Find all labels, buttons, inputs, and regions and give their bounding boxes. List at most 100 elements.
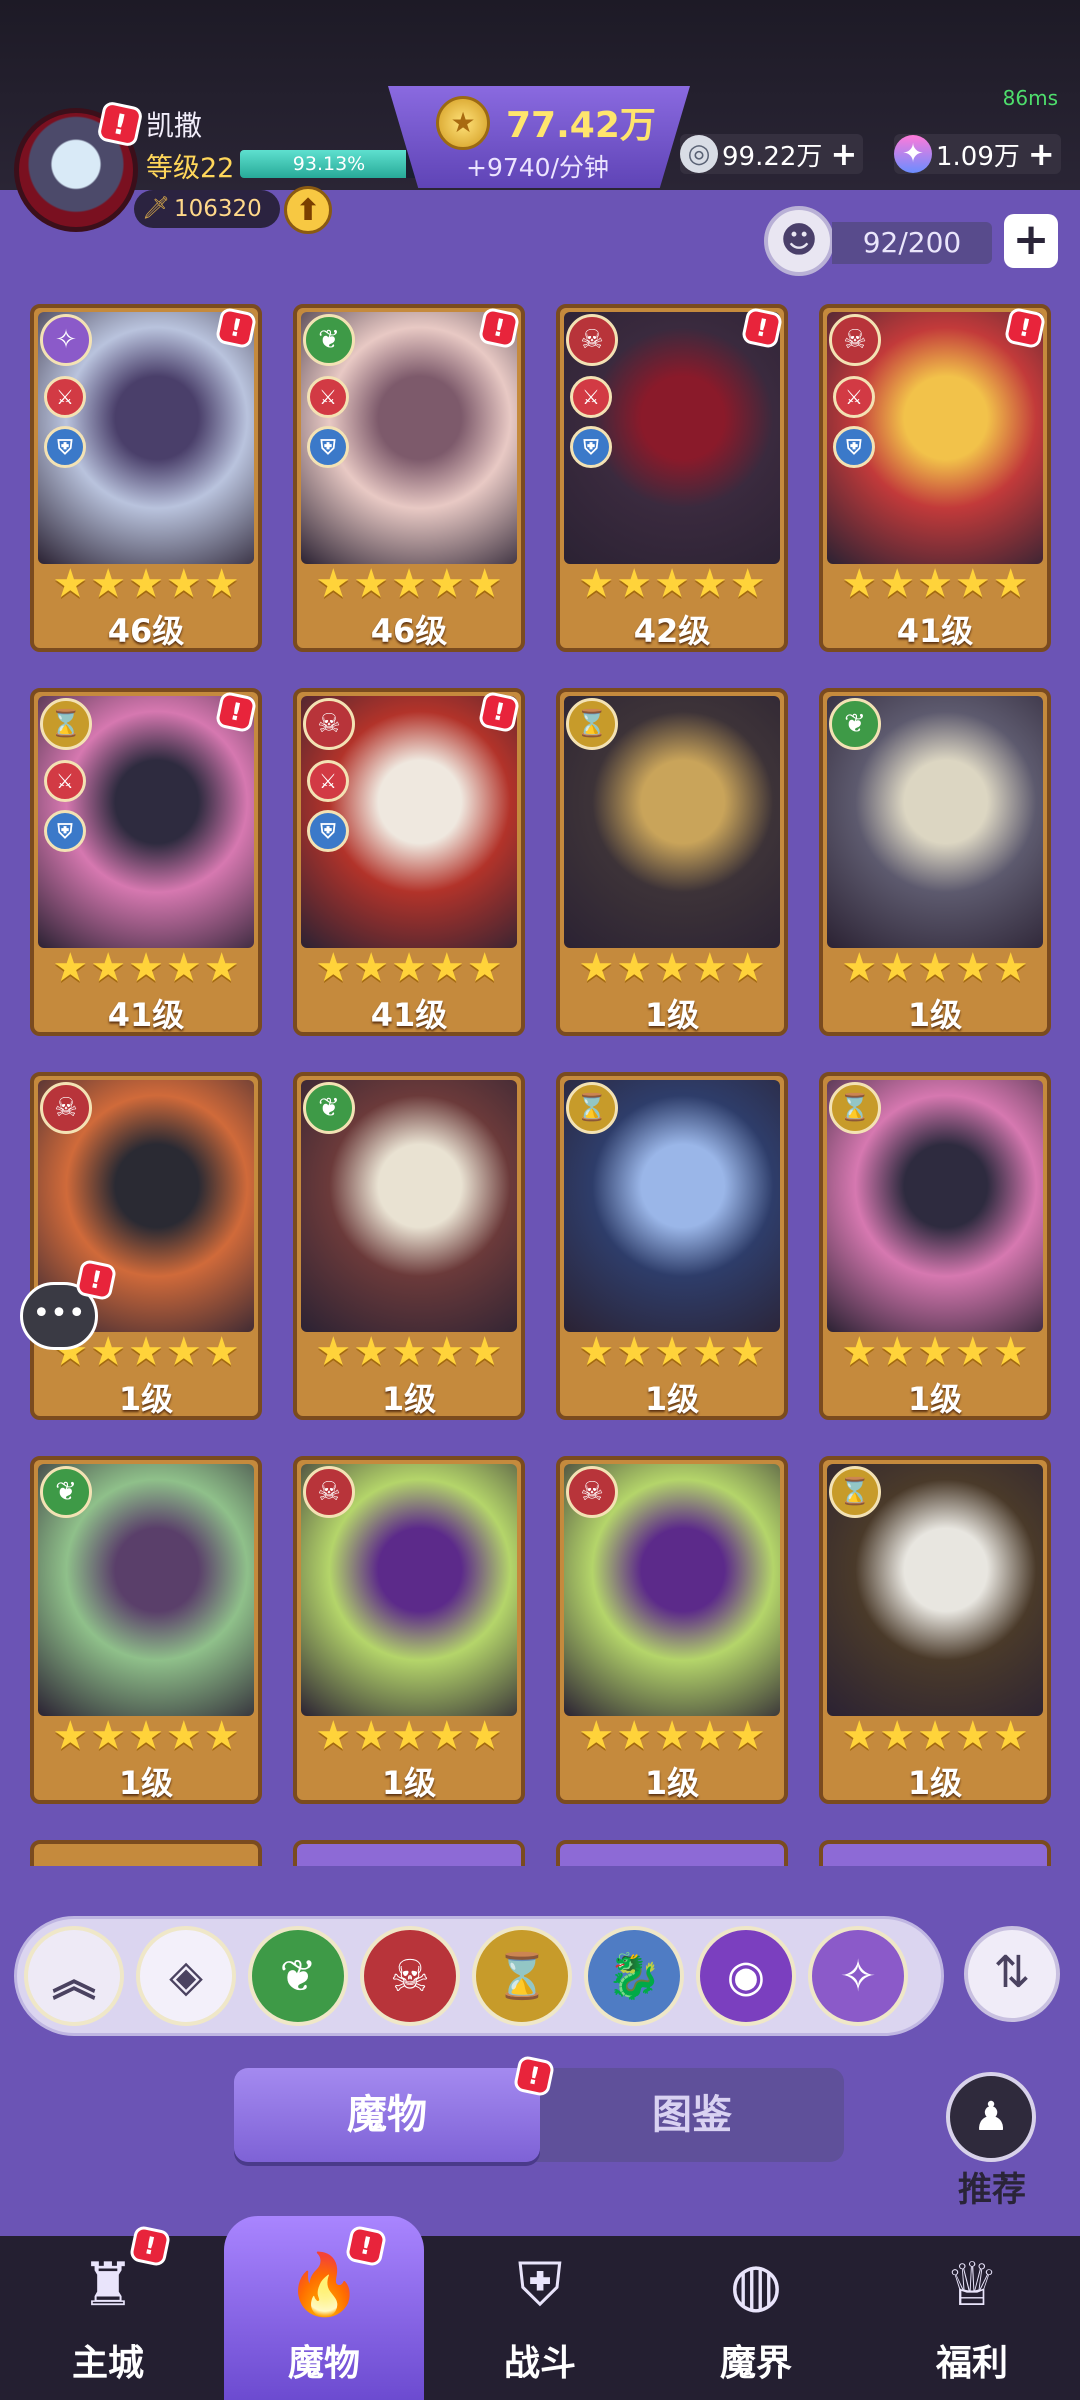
- monster-level: 1级: [118, 1764, 174, 1802]
- filter-nature-button[interactable]: ❦: [248, 1926, 348, 2026]
- monster-card[interactable]: ❦ ★ ★ ★ ★ ★ 1级: [30, 1456, 262, 1804]
- sword-icon: 🗡: [142, 196, 170, 221]
- star-icon: ★: [879, 1713, 916, 1759]
- nav-item-0[interactable]: ♜ 主城!: [8, 2216, 208, 2400]
- diamond-grid-icon: ◈: [169, 1950, 203, 2002]
- filter-all-button[interactable]: ◈: [136, 1926, 236, 2026]
- star-icon: ★: [578, 945, 615, 991]
- star-icon: ★: [879, 945, 916, 991]
- star-icon: ★: [353, 561, 390, 607]
- nav-item-3[interactable]: ◍ 魔界: [656, 2216, 856, 2400]
- xp-progress-bar: 93.13%: [240, 150, 418, 178]
- star-icon: ★: [841, 945, 878, 991]
- silver-coin-icon: ◎: [680, 135, 718, 173]
- nav-label: 战斗: [503, 2343, 576, 2384]
- star-icon: ★: [90, 945, 127, 991]
- star-rating: ★ ★ ★ ★ ★: [560, 1714, 784, 1758]
- filter-eye-button[interactable]: ◉: [696, 1926, 796, 2026]
- monster-card[interactable]: ☠ ★ ★ ★ ★ ★ 1级: [30, 1072, 262, 1420]
- hourglass-icon: ⌛: [494, 1951, 550, 2002]
- hourglass-icon: ⌛: [829, 1466, 881, 1518]
- star-rating: ★ ★ ★ ★ ★: [297, 1330, 521, 1374]
- star-icon: ★: [203, 561, 240, 607]
- monster-card[interactable]: ❦ ★ ★ ★ ★ ★ 1级: [819, 688, 1051, 1036]
- monster-card[interactable]: ☠ ★ ★ ★ ★ ★ 1级: [293, 1456, 525, 1804]
- star-icon: ★: [315, 945, 352, 991]
- demon-mask-icon: ☠: [303, 1466, 355, 1518]
- monster-card[interactable]: ☠ ⚔ ⛨! ★ ★ ★ ★ ★ 41级: [819, 304, 1051, 652]
- monster-card[interactable]: ❦ ★ ★ ★ ★ ★ 1级: [293, 1072, 525, 1420]
- star-icon: ★: [879, 561, 916, 607]
- monster-card[interactable]: [819, 1840, 1051, 1866]
- currency-gem[interactable]: ✦ 1.09万 +: [894, 134, 1061, 174]
- monster-level: 1级: [907, 996, 963, 1034]
- monster-card[interactable]: ⌛ ★ ★ ★ ★ ★ 1级: [819, 1072, 1051, 1420]
- monster-level: 46级: [107, 612, 185, 650]
- star-icon: ★: [654, 945, 690, 991]
- hourglass-icon: ⌛: [829, 1082, 881, 1134]
- hourglass-icon: ⌛: [40, 698, 92, 750]
- monster-card[interactable]: [293, 1840, 525, 1866]
- star-icon: ★: [954, 561, 991, 607]
- filter-collapse-button[interactable]: ︽: [24, 1926, 124, 2026]
- monster-card[interactable]: ❦ ⚔ ⛨! ★ ★ ★ ★ ★ 46级: [293, 304, 525, 652]
- monster-card[interactable]: ☠ ⚔ ⛨! ★ ★ ★ ★ ★ 41级: [293, 688, 525, 1036]
- nav-alert-badge: !: [344, 2224, 388, 2268]
- monster-level: 41级: [370, 996, 448, 1034]
- expand-capacity-button[interactable]: +: [1004, 214, 1058, 268]
- arcane-swirl-icon: ✧: [839, 1950, 877, 2002]
- star-rating: ★ ★ ★ ★ ★: [297, 1714, 521, 1758]
- star-icon: ★: [203, 1329, 240, 1375]
- add-gem-icon[interactable]: +: [1028, 135, 1055, 173]
- monster-level: 41级: [896, 612, 974, 650]
- monster-card[interactable]: ⌛ ⚔ ⛨! ★ ★ ★ ★ ★ 41级: [30, 688, 262, 1036]
- star-icon: ★: [578, 1329, 615, 1375]
- nav-item-4[interactable]: ♕ 福利: [872, 2216, 1072, 2400]
- dragon-icon: 🐉: [606, 1951, 662, 2002]
- filter-time-button[interactable]: ⌛: [472, 1926, 572, 2026]
- portal-icon: ◍: [729, 2250, 783, 2320]
- monster-card[interactable]: [556, 1840, 788, 1866]
- filter-dragon-button[interactable]: 🐉: [584, 1926, 684, 2026]
- treasure-chest-icon: ♕: [945, 2250, 999, 2320]
- star-icon: ★: [616, 945, 653, 991]
- monster-card[interactable]: [30, 1840, 262, 1866]
- tab-codex[interactable]: 图鉴: [540, 2068, 844, 2162]
- add-silver-icon[interactable]: +: [830, 135, 857, 173]
- sort-button[interactable]: ⇅: [964, 1926, 1060, 2022]
- power-up-button[interactable]: ⬆: [284, 186, 332, 234]
- demon-mask-icon: ☠: [829, 314, 881, 366]
- star-icon: ★: [466, 561, 503, 607]
- star-icon: ★: [90, 1713, 127, 1759]
- monster-card[interactable]: ⌛ ★ ★ ★ ★ ★ 1级: [556, 688, 788, 1036]
- currency-silver[interactable]: ◎ 99.22万 +: [680, 134, 864, 174]
- star-icon: ★: [992, 1713, 1029, 1759]
- tab-monsters[interactable]: 魔物: [234, 2068, 540, 2162]
- leaf-icon: ❦: [279, 1950, 317, 2002]
- star-icon: ★: [578, 561, 615, 607]
- star-icon: ★: [391, 945, 427, 991]
- monster-card[interactable]: ☠ ★ ★ ★ ★ ★ 1级: [556, 1456, 788, 1804]
- monster-card[interactable]: ✧ ⚔ ⛨! ★ ★ ★ ★ ★ 46级: [30, 304, 262, 652]
- filter-arcane-button[interactable]: ✧: [808, 1926, 908, 2026]
- star-rating: ★ ★ ★ ★ ★: [560, 946, 784, 990]
- monster-card[interactable]: ⌛ ★ ★ ★ ★ ★ 1级: [556, 1072, 788, 1420]
- star-icon: ★: [203, 945, 240, 991]
- monster-level: 1级: [381, 1764, 437, 1802]
- attack-boost-icon: ⚔: [44, 376, 86, 418]
- star-icon: ★: [353, 1713, 390, 1759]
- monster-card[interactable]: ☠ ⚔ ⛨! ★ ★ ★ ★ ★ 42级: [556, 304, 788, 652]
- nav-item-1[interactable]: 🔥 魔物!: [224, 2216, 424, 2400]
- star-icon: ★: [917, 1329, 953, 1375]
- star-icon: ★: [691, 561, 728, 607]
- star-icon: ★: [466, 1713, 503, 1759]
- monster-card[interactable]: ⌛ ★ ★ ★ ★ ★ 1级: [819, 1456, 1051, 1804]
- star-icon: ★: [992, 1329, 1029, 1375]
- nav-item-2[interactable]: ⛨ 战斗: [440, 2216, 640, 2400]
- recommend-label[interactable]: 推荐: [950, 2162, 1034, 2211]
- star-icon: ★: [52, 561, 89, 607]
- gold-coin-icon: ★: [436, 96, 490, 150]
- star-icon: ★: [90, 1329, 127, 1375]
- filter-demon-button[interactable]: ☠: [360, 1926, 460, 2026]
- recommend-icon[interactable]: ♟: [946, 2072, 1036, 2162]
